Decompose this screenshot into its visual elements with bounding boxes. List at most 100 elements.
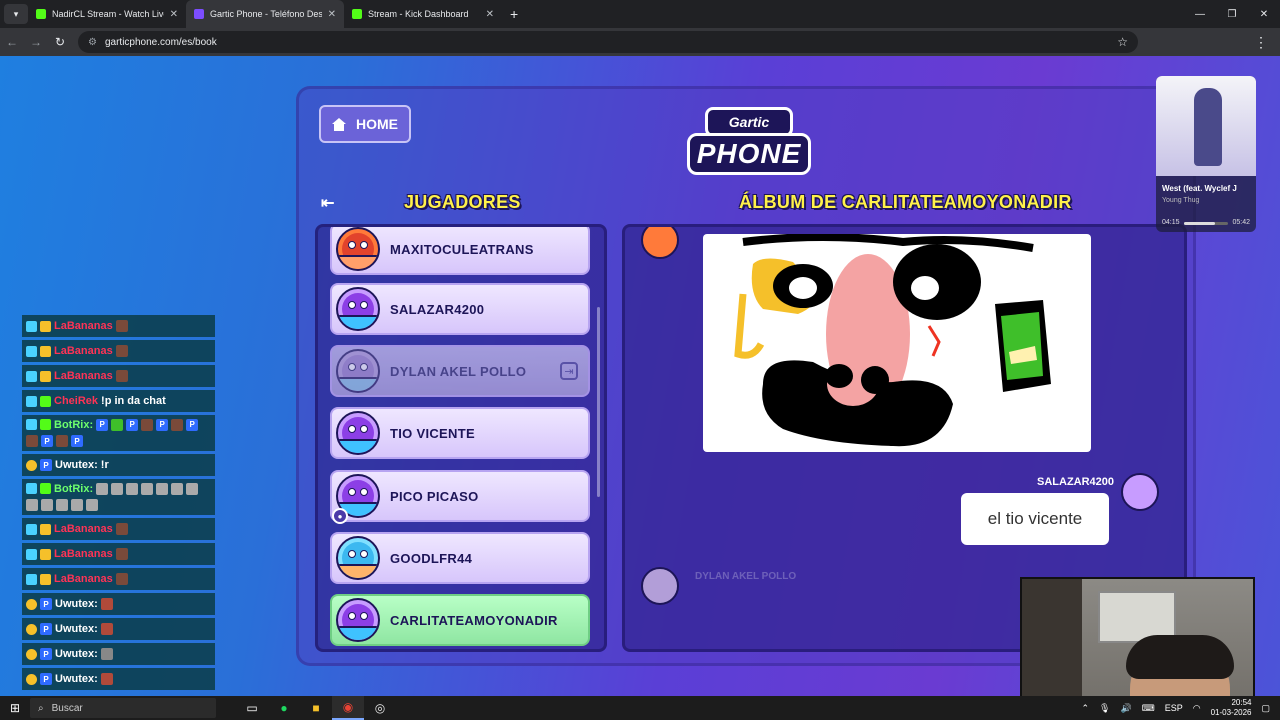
players-list[interactable]: MAXITOCULEATRANS SALAZAR4200 DYLAN AKEL … <box>315 224 607 652</box>
avatar <box>336 536 380 580</box>
player-name: CARLITATEAMOYONADIR <box>390 612 558 628</box>
album-art <box>1156 76 1256 176</box>
url-field[interactable]: ⚙ garticphone.com/es/book ☆ <box>78 31 1138 53</box>
spotify-icon[interactable]: ● <box>268 696 300 720</box>
gartic-favicon-icon <box>194 9 204 19</box>
chat-username: Uwutex: <box>55 598 98 610</box>
guess-bubble: el tio vicente <box>961 493 1109 545</box>
avatar <box>336 598 380 642</box>
keyboard-icon[interactable]: ⌨ <box>1142 703 1155 714</box>
song-progress-fill <box>1184 222 1215 225</box>
player-card-salazar4200[interactable]: SALAZAR4200 <box>330 283 590 335</box>
language-indicator[interactable]: ESP <box>1165 703 1183 713</box>
back-icon[interactable]: ← <box>0 35 24 49</box>
chat-message: P Uwutex: <box>22 668 215 690</box>
obs-icon[interactable]: ◎ <box>364 696 396 720</box>
close-window-icon[interactable]: ✕ <box>1248 0 1280 28</box>
player-card-maxitoculeatrans[interactable]: MAXITOCULEATRANS <box>330 227 590 275</box>
collapse-players-icon[interactable]: ⇤ <box>321 193 334 213</box>
taskbar-search[interactable]: ⌕ Buscar <box>30 698 216 718</box>
chat-message: LaBananas <box>22 315 215 337</box>
player-name: DYLAN AKEL POLLO <box>390 363 527 379</box>
avatar <box>336 411 380 455</box>
maximize-icon[interactable]: ❐ <box>1216 0 1248 28</box>
album-drawing <box>703 234 1091 452</box>
chat-username: LaBananas <box>54 345 113 357</box>
chat-message: BotRix: <box>22 479 215 515</box>
player-card-dylan-akel-pollo[interactable]: DYLAN AKEL POLLO ⇥ <box>330 345 590 397</box>
site-info-icon[interactable]: ⚙ <box>88 37 97 48</box>
players-scrollbar[interactable] <box>597 307 600 497</box>
chat-text: !r <box>100 459 109 471</box>
logo-bottom-text: PHONE <box>687 133 811 175</box>
chat-username: LaBananas <box>54 523 113 535</box>
player-card-carlitateamoyonadir[interactable]: CARLITATEAMOYONADIR <box>330 594 590 646</box>
minimize-icon[interactable]: — <box>1184 0 1216 28</box>
file-explorer-icon[interactable]: ■ <box>300 696 332 720</box>
song-progress-bar <box>1184 222 1228 225</box>
album-title: ÁLBUM DE CARLITATEAMOYONADIR <box>739 192 1072 212</box>
chat-username: Uwutex: <box>55 459 98 471</box>
home-button[interactable]: HOME <box>319 105 411 143</box>
player-name: GOODLFR44 <box>390 550 473 566</box>
clock-date: 01-03-2026 <box>1210 708 1252 717</box>
chat-username: BotRix: <box>54 418 94 431</box>
wifi-icon[interactable]: ◠ <box>1193 703 1201 714</box>
player-card-pico-picaso[interactable]: ● PICO PICASO <box>330 470 590 524</box>
chat-message: LaBananas <box>22 568 215 590</box>
tab-gartic-phone[interactable]: Gartic Phone - Teléfono Descon ✕ <box>186 0 344 28</box>
disconnected-icon: ⇥ <box>560 362 578 380</box>
guesser-avatar <box>1121 473 1159 511</box>
player-card-tio-vicente[interactable]: TIO VICENTE <box>330 407 590 459</box>
task-view-icon[interactable]: ▭ <box>236 696 268 720</box>
tab-nadircl-stream[interactable]: NadirCL Stream - Watch Live o ✕ <box>28 0 186 28</box>
player-name: TIO VICENTE <box>390 425 475 441</box>
bookmark-star-icon[interactable]: ☆ <box>1117 35 1128 49</box>
clock[interactable]: 20:54 01-03-2026 <box>1211 698 1252 718</box>
chat-username: Uwutex: <box>55 648 98 660</box>
home-icon <box>332 117 346 131</box>
players-title: JUGADORES <box>404 192 521 212</box>
search-icon: ⌕ <box>38 702 44 714</box>
chat-username: CheiRek <box>54 395 99 407</box>
reload-icon[interactable]: ↻ <box>48 35 72 49</box>
windows-start-icon[interactable]: ⊞ <box>0 701 30 715</box>
close-icon[interactable]: ✕ <box>328 9 336 20</box>
url-text: garticphone.com/es/book <box>104 36 217 48</box>
browser-menu-icon[interactable]: ⋮ <box>1254 34 1268 51</box>
chat-username: LaBananas <box>54 320 113 332</box>
forward-icon[interactable]: → <box>24 35 48 49</box>
chat-text: !p in da chat <box>101 395 166 407</box>
close-icon[interactable]: ✕ <box>170 9 178 20</box>
song-artist: Young Thug <box>1162 197 1200 204</box>
close-icon[interactable]: ✕ <box>486 9 494 20</box>
chat-message: LaBananas <box>22 543 215 565</box>
browser-tab-bar: ▾ NadirCL Stream - Watch Live o ✕ Gartic… <box>0 0 1280 28</box>
clock-time: 20:54 <box>1231 698 1252 707</box>
windows-taskbar: ⊞ ⌕ Buscar ▭ ● ■ ◉ ◎ ⌃ 🎙 🔊 ⌨ ESP ◠ 20:54… <box>0 696 1280 720</box>
microphone-icon[interactable]: 🎙 <box>1099 703 1110 714</box>
chrome-icon[interactable]: ◉ <box>332 696 364 720</box>
system-tray: ⌃ 🎙 🔊 ⌨ ESP ◠ 20:54 01-03-2026 ▢ <box>1081 696 1280 720</box>
window-controls: — ❐ ✕ <box>1184 0 1280 28</box>
player-card-goodlfr44[interactable]: GOODLFR44 <box>330 532 590 584</box>
host-badge-icon: ● <box>332 508 348 524</box>
tab-title: Stream - Kick Dashboard <box>368 9 469 19</box>
chat-username: Uwutex: <box>55 673 98 685</box>
chat-username: BotRix: <box>54 482 94 495</box>
notifications-icon[interactable]: ▢ <box>1261 703 1270 714</box>
now-playing-widget: West (feat. Wyclef J Young Thug 04:15 05… <box>1156 76 1256 232</box>
pending-avatar <box>641 567 679 605</box>
pending-player-name: DYLAN AKEL POLLO <box>695 571 797 582</box>
chat-message: P Uwutex: <box>22 618 215 640</box>
tray-expand-icon[interactable]: ⌃ <box>1081 703 1089 714</box>
tab-title: NadirCL Stream - Watch Live o <box>52 9 164 19</box>
guess-author-name: SALAZAR4200 <box>1037 476 1115 488</box>
chat-username: LaBananas <box>54 548 113 560</box>
new-tab-button[interactable]: + <box>510 6 518 22</box>
webcam-overlay <box>1020 577 1255 696</box>
volume-icon[interactable]: 🔊 <box>1120 703 1131 714</box>
tab-kick-dashboard[interactable]: Stream - Kick Dashboard ✕ <box>344 0 502 28</box>
chat-message: CheiRek !p in da chat <box>22 390 215 412</box>
tab-search-button[interactable]: ▾ <box>4 4 28 24</box>
